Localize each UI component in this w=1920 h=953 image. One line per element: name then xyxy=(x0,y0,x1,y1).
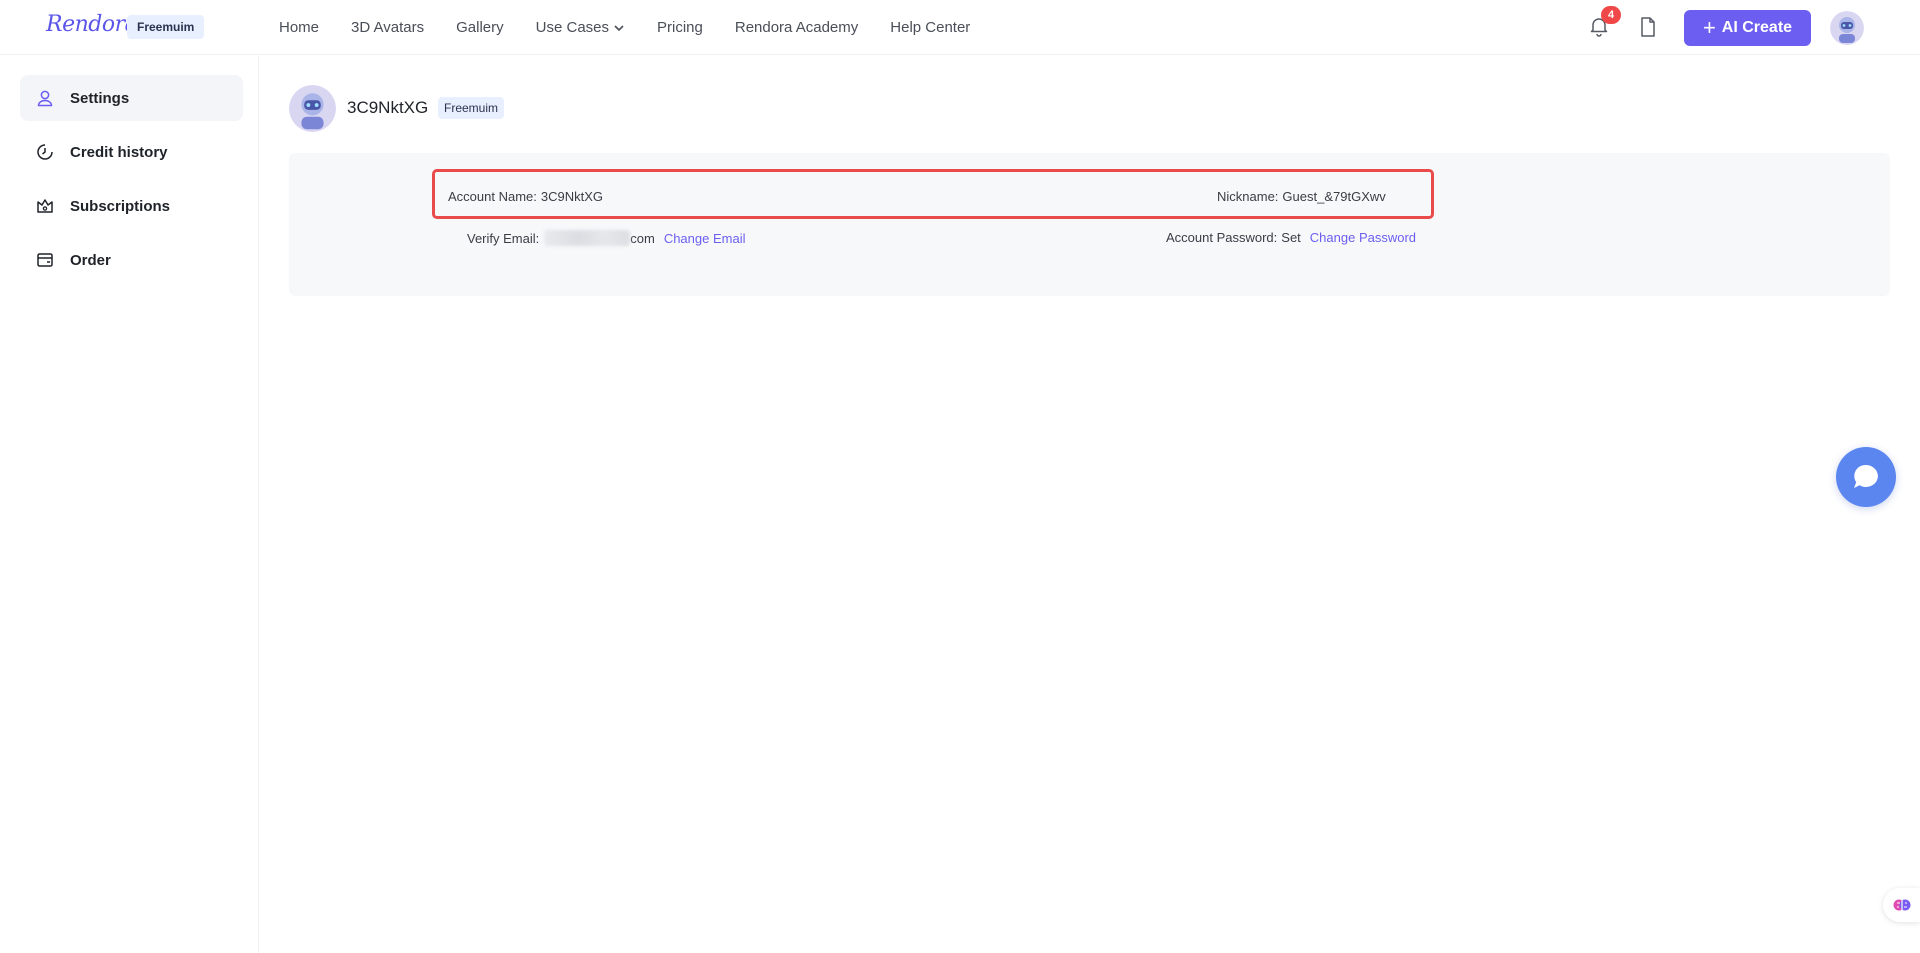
profile-name: 3C9NktXG xyxy=(347,98,429,117)
clock-icon xyxy=(35,142,55,162)
main-nav: Home 3D Avatars Gallery Use Cases Pricin… xyxy=(279,0,1002,55)
crown-icon xyxy=(35,196,55,216)
nav-home[interactable]: Home xyxy=(279,19,319,36)
nav-pricing[interactable]: Pricing xyxy=(657,19,703,36)
verify-email-label: Verify Email: xyxy=(467,230,540,246)
verify-email-row: Verify Email: com Change Email xyxy=(467,230,745,246)
wallet-icon xyxy=(35,250,55,270)
change-email-link[interactable]: Change Email xyxy=(664,231,746,246)
nickname-row: Nickname: Guest_&79tGXwv xyxy=(1217,189,1386,204)
sidebar-item-label: Order xyxy=(70,251,111,269)
nav-3d-avatars[interactable]: 3D Avatars xyxy=(351,19,424,36)
nav-help-center[interactable]: Help Center xyxy=(890,19,970,36)
sidebar-item-order[interactable]: Order xyxy=(20,237,243,283)
user-icon xyxy=(35,88,55,108)
nickname-value: Guest_&79tGXwv xyxy=(1282,189,1386,204)
sidebar-item-label: Subscriptions xyxy=(70,197,171,215)
sidebar-item-credit-history[interactable]: Credit history xyxy=(20,129,243,175)
profile-avatar xyxy=(289,85,336,132)
nav-use-cases[interactable]: Use Cases xyxy=(536,19,625,36)
sidebar-item-label: Settings xyxy=(70,89,130,107)
rendora-logo[interactable]: Rendora xyxy=(46,12,138,37)
notification-count-badge: 4 xyxy=(1601,6,1621,24)
robot-avatar-icon xyxy=(289,85,336,132)
nickname-label: Nickname: xyxy=(1217,189,1279,204)
sidebar-item-subscriptions[interactable]: Subscriptions xyxy=(20,183,243,229)
ai-create-button[interactable]: + AI Create xyxy=(1684,10,1811,46)
change-password-link[interactable]: Change Password xyxy=(1310,230,1416,245)
sidebar-item-label: Credit history xyxy=(70,143,168,161)
redacted-email xyxy=(544,230,631,246)
account-password-label: Account Password: xyxy=(1166,230,1278,245)
nav-use-cases-label: Use Cases xyxy=(535,19,609,36)
account-password-value: Set xyxy=(1281,230,1301,245)
ai-create-label: AI Create xyxy=(1721,19,1793,36)
assistant-widget-button[interactable] xyxy=(1883,888,1920,922)
sidebar-item-settings[interactable]: Settings xyxy=(20,75,243,121)
plan-badge: Freemuim xyxy=(127,15,205,39)
chat-icon xyxy=(1854,464,1878,488)
account-password-row: Account Password: Set Change Password xyxy=(1166,230,1416,245)
settings-sidebar: Settings Credit history Subscriptions Or… xyxy=(0,56,259,953)
profile-plan-badge: Freemuim xyxy=(438,97,505,119)
verify-email-suffix: com xyxy=(630,230,655,246)
account-name-label: Account Name: xyxy=(448,189,537,204)
nav-gallery[interactable]: Gallery xyxy=(456,19,504,36)
account-name-value: 3C9NktXG xyxy=(540,189,604,204)
plus-icon: + xyxy=(1702,15,1716,40)
chevron-down-icon xyxy=(614,24,624,31)
brain-icon xyxy=(1893,899,1910,911)
account-name-row: Account Name: 3C9NktXG xyxy=(448,189,603,204)
user-avatar[interactable] xyxy=(1830,11,1864,45)
nav-rendora-academy[interactable]: Rendora Academy xyxy=(735,19,858,36)
chat-support-button[interactable] xyxy=(1836,447,1896,507)
document-icon[interactable] xyxy=(1637,15,1659,39)
robot-avatar-icon xyxy=(1830,11,1864,45)
top-header: Rendora Freemuim Home 3D Avatars Gallery… xyxy=(0,0,1920,55)
